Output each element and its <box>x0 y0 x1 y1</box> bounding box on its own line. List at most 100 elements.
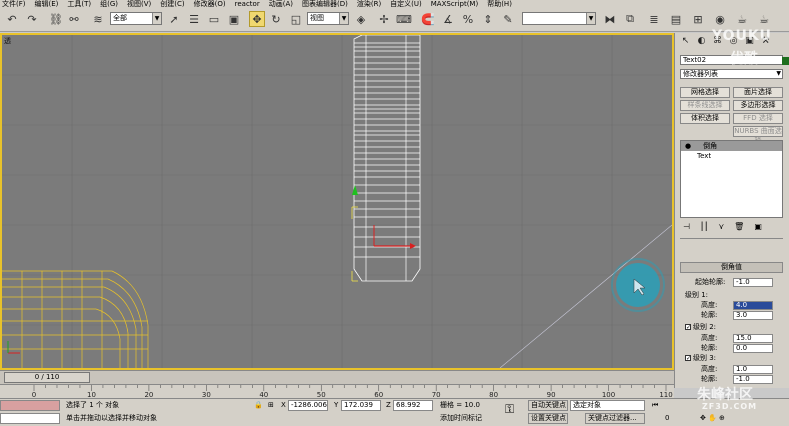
link-icon[interactable]: ⛓ <box>48 11 64 27</box>
select-and-scale-icon[interactable]: ◱ <box>288 11 304 27</box>
spinner-snap-icon[interactable]: ⇕ <box>480 11 496 27</box>
absolute-mode-icon[interactable]: ⊞ <box>268 401 274 410</box>
key-filter-dropdown[interactable]: 选定对象 <box>570 400 645 411</box>
level3-height-spinner[interactable]: 1.0 <box>733 365 773 374</box>
viewport-grid <box>2 35 672 368</box>
viewport-nav-icons[interactable]: ✥ ✋ ⊕ <box>700 414 725 423</box>
menu-edit[interactable]: 编辑(E) <box>35 0 59 8</box>
poly-select-button[interactable]: 多边形选择 <box>733 100 783 111</box>
undo-icon[interactable]: ↶ <box>4 11 20 27</box>
current-frame-field[interactable]: 0 <box>665 414 669 423</box>
x-coordinate-field[interactable]: -1286.006 <box>288 400 328 411</box>
modifier-stack[interactable]: ● 倒角 Text <box>680 140 783 218</box>
mesh-select-button[interactable]: 网格选择 <box>680 87 730 98</box>
selection-lock-icon[interactable]: 🔒 <box>254 401 263 410</box>
bevel-values-rollout[interactable]: 倒角值 <box>680 262 783 273</box>
select-and-move-icon[interactable]: ✥ <box>249 11 265 27</box>
level3-checkbox[interactable]: ✓ 级别 3: <box>685 354 716 363</box>
level2-outline-spinner[interactable]: 0.0 <box>733 344 773 353</box>
pin-stack-icon[interactable]: ⊣ <box>683 222 690 234</box>
redo-icon[interactable]: ↷ <box>24 11 40 27</box>
selection-filter-dropdown[interactable]: 全部 ▼ <box>110 12 162 25</box>
bulb-icon[interactable]: ● <box>685 142 691 150</box>
menu-file[interactable]: 文件(F) <box>2 0 26 8</box>
menu-maxscript[interactable]: MAXScript(M) <box>431 0 478 8</box>
prompt-line: 单击并拖动以选择并移动对象 <box>66 414 157 422</box>
level2-height-spinner[interactable]: 15.0 <box>733 334 773 343</box>
level1-height-label: 高度: <box>701 301 718 309</box>
quick-render-icon[interactable]: ☕ <box>756 11 772 27</box>
modify-tab-icon[interactable]: ◐ <box>695 35 708 48</box>
align-icon[interactable]: ⧉ <box>622 11 638 27</box>
maxscript-mini-listener[interactable] <box>0 413 60 424</box>
render-scene-icon[interactable]: ☕ <box>734 11 750 27</box>
stack-item-text[interactable]: Text <box>681 151 782 161</box>
track-bar[interactable]: 0 10 20 30 40 50 60 70 80 90 100 110 <box>0 384 674 399</box>
level1-height-spinner[interactable]: 4.0 <box>733 301 773 310</box>
time-slider-bar: 0 / 110 <box>0 370 674 384</box>
level2-checkbox[interactable]: ✓ 级别 2: <box>685 323 716 332</box>
menu-modifiers[interactable]: 修改器(O) <box>194 0 226 8</box>
pivot-center-icon[interactable]: ◈ <box>353 11 369 27</box>
menu-rendering[interactable]: 渲染(R) <box>357 0 381 8</box>
patch-select-button[interactable]: 面片选择 <box>733 87 783 98</box>
add-time-tag[interactable]: 添加时间标记 <box>440 414 482 423</box>
mirror-icon[interactable]: ⧓ <box>602 11 618 27</box>
make-unique-icon[interactable]: ⋎ <box>718 222 724 234</box>
y-coordinate-field[interactable]: 172.039 <box>341 400 381 411</box>
menu-customize[interactable]: 自定义(U) <box>390 0 422 8</box>
z-coordinate-field[interactable]: 68.992 <box>393 400 433 411</box>
menu-graph-editors[interactable]: 图表编辑器(D) <box>302 0 348 8</box>
material-editor-icon[interactable]: ◉ <box>712 11 728 27</box>
show-end-result-icon[interactable]: ⎮⎮ <box>700 222 708 234</box>
named-selection-dropdown[interactable]: ▼ <box>522 12 596 25</box>
modifier-list-dropdown[interactable]: 修改器列表 ▼ <box>680 69 783 79</box>
auto-key-button[interactable]: 自动关键点 <box>528 400 568 411</box>
remove-modifier-icon[interactable]: 🗑 <box>734 222 744 234</box>
time-slider[interactable]: 0 / 110 <box>4 372 90 383</box>
select-manipulate-icon[interactable]: ✢ <box>376 11 392 27</box>
key-icon[interactable]: ⚿ <box>505 403 514 415</box>
keyboard-shortcut-icon[interactable]: ⌨ <box>396 11 412 27</box>
create-tab-icon[interactable]: ↖ <box>679 35 692 48</box>
ffd-select-button[interactable]: FFD 选择 <box>733 113 783 124</box>
object-color-swatch[interactable] <box>782 57 789 65</box>
menu-animation[interactable]: 动画(A) <box>269 0 293 8</box>
spline-select-button[interactable]: 样条线选择 <box>680 100 730 111</box>
menu-help[interactable]: 帮助(H) <box>487 0 512 8</box>
menu-reactor[interactable]: reactor <box>235 0 260 8</box>
bind-space-warp-icon[interactable]: ≋ <box>90 11 106 27</box>
menu-create[interactable]: 创建(C) <box>160 0 184 8</box>
key-filters-button[interactable]: 关键点过滤器... <box>585 413 645 424</box>
perspective-viewport[interactable]: 透 <box>0 33 674 370</box>
edit-named-selection-icon[interactable]: ✎ <box>500 11 516 27</box>
curve-editor-icon[interactable]: ▤ <box>668 11 684 27</box>
percent-snap-icon[interactable]: % <box>460 11 476 27</box>
select-and-rotate-icon[interactable]: ↻ <box>268 11 284 27</box>
menu-tools[interactable]: 工具(T) <box>67 0 91 8</box>
snap-toggle-icon[interactable]: 🧲 <box>420 11 436 27</box>
rectangular-selection-icon[interactable]: ▭ <box>206 11 222 27</box>
schematic-view-icon[interactable]: ⊞ <box>690 11 706 27</box>
select-by-name-icon[interactable]: ☰ <box>186 11 202 27</box>
y-coord-label: Y <box>334 401 339 409</box>
select-object-icon[interactable]: ➚ <box>166 11 182 27</box>
menu-views[interactable]: 视图(V) <box>127 0 151 8</box>
stack-item-bevel[interactable]: ● 倒角 <box>681 141 782 151</box>
maxscript-listener-box[interactable] <box>0 400 60 411</box>
layer-manager-icon[interactable]: ≣ <box>646 11 662 27</box>
window-crossing-icon[interactable]: ▣ <box>226 11 242 27</box>
configure-sets-icon[interactable]: ▣ <box>754 222 762 234</box>
level3-outline-spinner[interactable]: -1.0 <box>733 375 773 384</box>
start-outline-spinner[interactable]: -1.0 <box>733 278 773 287</box>
go-to-start-icon[interactable]: ⏮ <box>652 401 658 410</box>
x-coord-label: X <box>281 401 286 409</box>
unlink-icon[interactable]: ⚯ <box>66 11 82 27</box>
menu-group[interactable]: 组(G) <box>100 0 118 8</box>
set-key-button[interactable]: 设置关键点 <box>528 413 568 424</box>
nurbs-select-button[interactable]: NURBS 曲面选择 <box>733 126 783 144</box>
volume-select-button[interactable]: 体积选择 <box>680 113 730 124</box>
reference-coordinate-dropdown[interactable]: 视图 ▼ <box>307 12 349 25</box>
level1-outline-spinner[interactable]: 3.0 <box>733 311 773 320</box>
angle-snap-icon[interactable]: ∡ <box>440 11 456 27</box>
